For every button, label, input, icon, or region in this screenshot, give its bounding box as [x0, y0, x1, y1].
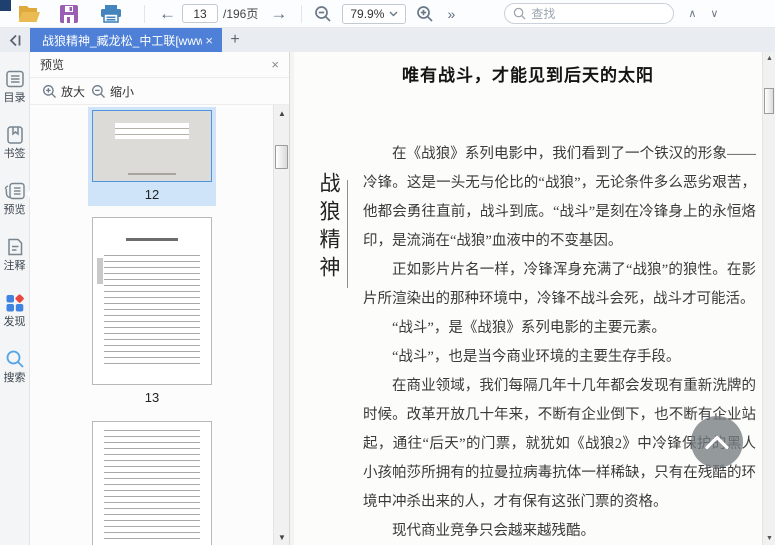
print-button[interactable]	[98, 2, 124, 26]
content-area: 目录 书签 预览 注释 发现 搜索 预览 × 放大 缩小 12 13 ▲ ▼ 唯…	[0, 52, 775, 545]
scrollbar-thumb[interactable]	[764, 88, 774, 114]
find-input[interactable]	[531, 6, 666, 21]
thumbnail-image	[92, 110, 212, 182]
thumbnail-scrollbar[interactable]: ▲ ▼	[273, 105, 289, 545]
toolbar-separator	[301, 4, 303, 23]
annotation-doc-icon	[5, 237, 25, 257]
scroll-up-arrow-icon[interactable]: ▲	[763, 52, 775, 65]
magnifier-minus-icon	[91, 84, 106, 99]
document-view: 唯有战斗，才能见到后天的太阳 战狼精神 在《战狼》系列电影中，我们看到了一个铁汉…	[290, 52, 775, 545]
page-number-input[interactable]	[182, 4, 218, 23]
thumbnail-page-13[interactable]: 13	[88, 214, 216, 409]
preview-panel-toolbar: 放大 缩小	[30, 78, 289, 105]
back-to-top-button[interactable]	[691, 416, 743, 468]
magnifier-plus-icon	[42, 84, 57, 99]
thumbnail-page-12[interactable]: 12	[88, 107, 216, 206]
paragraph: “战斗”，也是当今商业环境的主要生存手段。	[392, 349, 681, 365]
chapter-body: 在《战狼》系列电影中，我们看到了一个铁汉的形象——冷锋。这是一头无与伦比的“战狼…	[363, 140, 756, 545]
thumbnail-zoom-out-label: 缩小	[110, 84, 135, 99]
find-previous-button[interactable]: ∧	[682, 2, 702, 26]
save-button[interactable]	[56, 2, 82, 26]
paragraph: 正如影片片名一样，冷锋浑身充满了“战狼”的狼性。在影片所渲染出的那种环境中，冷锋…	[363, 262, 756, 307]
sidebar-item-search[interactable]: 搜索	[0, 349, 30, 384]
collapse-tabs-button[interactable]	[0, 28, 30, 52]
document-scrollbar[interactable]: ▲ ▼	[762, 52, 775, 545]
open-folder-icon	[17, 4, 41, 24]
zoom-level-select[interactable]: 79.9%	[342, 3, 407, 24]
sidebar-item-bookmarks[interactable]: 书签	[0, 125, 30, 160]
paragraph: “战斗”，是《战狼》系列电影的主要元素。	[392, 320, 666, 336]
scrollbar-thumb[interactable]	[275, 145, 288, 169]
toc-icon	[5, 69, 25, 89]
sidebar-item-toc[interactable]: 目录	[0, 69, 30, 104]
search-icon	[513, 7, 526, 20]
arrow-right-icon: →	[270, 4, 288, 23]
thumbnail-page-14[interactable]	[88, 418, 216, 545]
thumbnail-page-number: 13	[144, 390, 160, 405]
chapter-title: 唯有战斗，才能见到后天的太阳	[402, 66, 654, 85]
chevron-down-icon	[389, 11, 398, 17]
paragraph: 现代商业竞争只会越来越残酷。	[392, 523, 595, 539]
thumbnail-page-number: 12	[144, 187, 160, 202]
tab-bar: 战狼精神_臧龙松_中工联[www.j × +	[0, 28, 775, 52]
sidebar-item-preview[interactable]: 预览	[0, 181, 31, 217]
preview-panel: 预览 × 放大 缩小 12 13 ▲ ▼	[30, 52, 290, 545]
new-tab-button[interactable]: +	[222, 28, 248, 52]
magnifier-plus-icon	[416, 5, 434, 23]
arrow-left-icon: ←	[159, 4, 176, 23]
document-page: 唯有战斗，才能见到后天的太阳 战狼精神 在《战狼》系列电影中，我们看到了一个铁汉…	[294, 52, 762, 545]
zoom-level-value: 79.9%	[350, 6, 385, 21]
sidebar-item-label: 预览	[3, 204, 26, 217]
sidebar-item-label: 发现	[3, 316, 26, 329]
paragraph: 在《战狼》系列电影中，我们看到了一个铁汉的形象——冷锋。这是一头无与伦比的“战狼…	[363, 146, 756, 249]
window-corner-fragment	[0, 0, 11, 11]
page-total-label: /196页	[223, 7, 259, 21]
chevron-left-bar-icon	[8, 34, 22, 47]
zoom-out-button[interactable]	[310, 2, 336, 26]
open-file-button[interactable]	[16, 2, 42, 26]
bookmark-icon	[5, 125, 25, 145]
next-page-button[interactable]: →	[264, 2, 293, 26]
thumbnail-zoom-in-label: 放大	[61, 84, 86, 99]
scroll-down-arrow-icon[interactable]: ▼	[763, 532, 775, 545]
printer-icon	[100, 4, 122, 24]
close-panel-icon[interactable]: ×	[271, 57, 279, 72]
thumbnail-list: 12 13 ▲ ▼	[30, 105, 289, 545]
search-icon	[5, 349, 25, 369]
save-floppy-icon	[59, 4, 79, 24]
sidebar-item-label: 书签	[3, 148, 26, 161]
more-tools-button[interactable]: »	[438, 2, 464, 26]
thumbnail-image	[92, 421, 212, 545]
find-next-button[interactable]: ∨	[704, 2, 724, 26]
sidebar-item-discover[interactable]: 发现	[0, 293, 30, 328]
sidebar-item-label: 搜索	[3, 372, 26, 385]
preview-panel-header: 预览 ×	[30, 52, 289, 78]
magnifier-minus-icon	[314, 5, 332, 23]
document-tab[interactable]: 战狼精神_臧龙松_中工联[www.j ×	[30, 28, 222, 52]
book-side-label: 战狼精神	[317, 172, 341, 284]
scroll-up-arrow-icon[interactable]: ▲	[274, 105, 289, 121]
pdf-reader-app: ← /196页 → 79.9% » ∧	[0, 0, 775, 545]
scroll-down-arrow-icon[interactable]: ▼	[274, 529, 289, 545]
sidebar-item-annotations[interactable]: 注释	[0, 237, 30, 272]
chevron-up-icon	[704, 434, 730, 450]
thumbnail-zoom-out-button[interactable]: 缩小	[91, 83, 134, 100]
thumbnail-zoom-in-button[interactable]: 放大	[42, 83, 85, 100]
preview-panel-title: 预览	[40, 58, 65, 72]
document-tab-title: 战狼精神_臧龙松_中工联[www.j	[42, 33, 203, 48]
zoom-in-button[interactable]	[412, 2, 438, 26]
sidebar-item-label: 注释	[3, 260, 26, 273]
preview-pages-icon	[4, 181, 26, 201]
discover-grid-icon	[5, 293, 25, 313]
main-toolbar: ← /196页 → 79.9% » ∧	[0, 0, 775, 28]
toolbar-separator	[144, 4, 145, 23]
tab-close-icon[interactable]: ×	[202, 33, 216, 48]
previous-page-button[interactable]: ←	[153, 2, 182, 26]
left-sidebar: 目录 书签 预览 注释 发现 搜索	[0, 52, 31, 545]
side-label-divider	[347, 180, 348, 288]
sidebar-item-label: 目录	[3, 92, 26, 104]
find-box	[504, 3, 675, 24]
thumbnail-image	[92, 217, 212, 385]
